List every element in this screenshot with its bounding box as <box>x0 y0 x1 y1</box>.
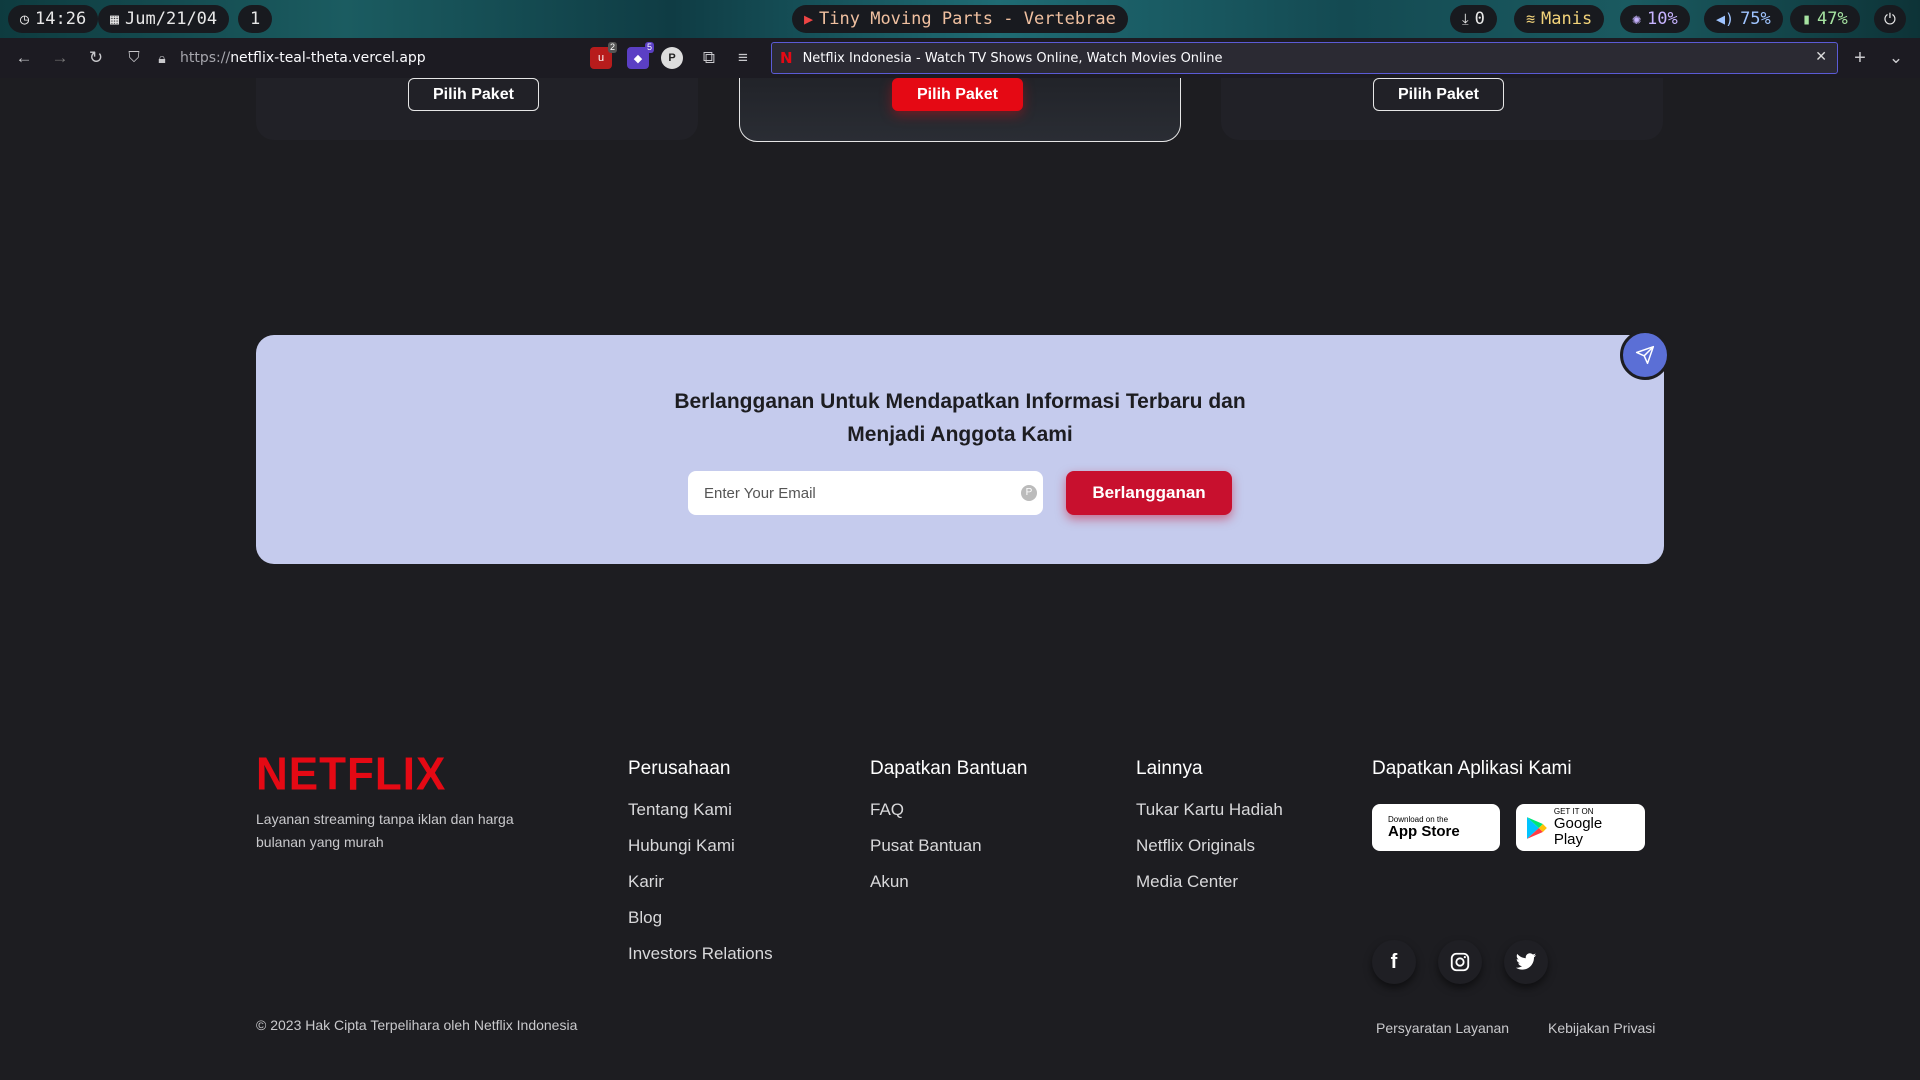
facebook-icon[interactable]: f <box>1372 940 1416 984</box>
workspace-indicator[interactable]: 1 <box>238 5 273 33</box>
google-play-icon <box>1526 816 1547 839</box>
calendar-icon: ▦ <box>110 10 120 28</box>
footer-link[interactable]: Netflix Originals <box>1136 836 1283 856</box>
footer-column-heading: Lainnya <box>1136 758 1203 779</box>
wifi-widget[interactable]: ≋ Manis <box>1514 5 1605 33</box>
newsletter-title: Berlangganan Untuk Mendapatkan Informasi… <box>674 390 1246 446</box>
footer-link[interactable]: Hubungi Kami <box>628 836 773 856</box>
battery-value: 47% <box>1817 9 1848 29</box>
footer-column-other: Lainnya Tukar Kartu Hadiah Netflix Origi… <box>1136 758 1283 908</box>
download-icon: ⤓ <box>1462 10 1469 28</box>
footer-column-apps: Dapatkan Aplikasi Kami <box>1372 758 1572 800</box>
footer-link[interactable]: Media Center <box>1136 872 1283 892</box>
google-play-badge[interactable]: GET IT ON Google Play <box>1516 804 1645 851</box>
choose-plan-button[interactable]: Pilih Paket <box>1373 78 1504 111</box>
volume-icon: ◀) <box>1716 10 1735 28</box>
media-widget[interactable]: ▶ Tiny Moving Parts - Vertebrae <box>792 5 1128 33</box>
downloads-widget[interactable]: ⤓ 0 <box>1450 5 1497 33</box>
lock-icon: 🔒︎ <box>158 50 166 66</box>
extensions-puzzle-icon[interactable]: ⧉ <box>697 46 721 70</box>
subscribe-button[interactable]: Berlangganan <box>1066 471 1232 515</box>
close-icon[interactable]: ✕ <box>1815 49 1827 65</box>
netflix-favicon-icon: N <box>780 49 793 67</box>
privacy-link[interactable]: Kebijakan Privasi <box>1548 1020 1655 1036</box>
footer-column-heading: Dapatkan Bantuan <box>870 758 1028 779</box>
volume-value: 75% <box>1740 9 1771 29</box>
date-widget[interactable]: ▦ Jum/21/04 <box>98 5 230 33</box>
volume-widget[interactable]: ◀) 75% <box>1704 5 1783 33</box>
wifi-name: Manis <box>1541 9 1593 29</box>
send-button[interactable] <box>1620 330 1670 380</box>
brightness-icon: ✺ <box>1632 10 1642 28</box>
forward-icon[interactable]: → <box>48 46 72 70</box>
play-icon: ▶ <box>804 10 814 28</box>
reload-icon[interactable]: ↻ <box>84 46 108 70</box>
send-icon <box>1635 345 1655 365</box>
netflix-logo[interactable]: NETFLIX <box>256 749 446 802</box>
footer-column-help: Dapatkan Bantuan FAQ Pusat Bantuan Akun <box>870 758 1027 908</box>
footer-link[interactable]: Blog <box>628 908 773 928</box>
app-store-badge[interactable]: Download on the App Store <box>1372 804 1500 851</box>
workspace-number: 1 <box>250 9 261 29</box>
tab-title: Netflix Indonesia - Watch TV Shows Onlin… <box>802 50 1223 66</box>
url-text[interactable]: https://netflix-teal-theta.vercel.app <box>180 50 426 66</box>
page-viewport: Pilih Paket Pilih Paket Pilih Paket Berl… <box>0 78 1920 1080</box>
footer-column-heading: Dapatkan Aplikasi Kami <box>1372 758 1572 779</box>
power-icon: ⏻ <box>1884 10 1896 28</box>
brightness-value: 10% <box>1647 9 1678 29</box>
power-button[interactable]: ⏻ <box>1874 5 1906 33</box>
new-tab-icon[interactable]: + <box>1848 46 1872 70</box>
terms-link[interactable]: Persyaratan Layanan <box>1376 1020 1509 1036</box>
footer-tagline: Layanan streaming tanpa iklan dan harga … <box>256 811 514 850</box>
footer-link[interactable]: FAQ <box>870 800 1027 820</box>
back-icon[interactable]: ← <box>12 46 36 70</box>
browser-toolbar: ← → ↻ ⛉ 🔒︎ https://netflix-teal-theta.ve… <box>0 38 1920 78</box>
footer-link[interactable]: Karir <box>628 872 773 892</box>
system-status-bar: ◷ 14:26 ▦ Jum/21/04 1 ▶ Tiny Moving Part… <box>0 0 1920 38</box>
password-manager-icon[interactable]: P <box>1021 485 1037 501</box>
email-field[interactable] <box>688 471 1043 515</box>
battery-icon: ▮ <box>1802 10 1812 28</box>
choose-plan-button-featured[interactable]: Pilih Paket <box>892 78 1023 111</box>
choose-plan-button[interactable]: Pilih Paket <box>408 78 539 111</box>
menu-icon[interactable]: ≡ <box>731 46 755 70</box>
now-playing-text: Tiny Moving Parts - Vertebrae <box>819 9 1116 29</box>
copyright-text: © 2023 Hak Cipta Terpelihara oleh Netfli… <box>256 1017 578 1033</box>
clock-icon: ◷ <box>20 10 30 28</box>
tab-netflix[interactable]: N Netflix Indonesia - Watch TV Shows Onl… <box>771 42 1838 74</box>
shield-icon[interactable]: ⛉ <box>122 46 146 70</box>
ublock-extension-icon[interactable]: u2 <box>590 42 617 69</box>
footer-link[interactable]: Pusat Bantuan <box>870 836 1027 856</box>
footer-link[interactable]: Tukar Kartu Hadiah <box>1136 800 1283 820</box>
footer-link[interactable]: Tentang Kami <box>628 800 773 820</box>
footer-link[interactable]: Akun <box>870 872 1027 892</box>
instagram-icon[interactable] <box>1438 940 1482 984</box>
newsletter-section: Berlangganan Untuk Mendapatkan Informasi… <box>256 335 1664 564</box>
brightness-widget[interactable]: ✺ 10% <box>1620 5 1690 33</box>
password-manager-icon[interactable]: P <box>661 47 683 69</box>
wifi-icon: ≋ <box>1526 10 1536 28</box>
footer-column-heading: Perusahaan <box>628 758 731 779</box>
email-field-wrapper: P <box>688 471 1043 515</box>
clock-time: 14:26 <box>35 9 87 29</box>
chevron-down-icon[interactable]: ⌄ <box>1884 46 1908 70</box>
clock-widget[interactable]: ◷ 14:26 <box>8 5 99 33</box>
downloads-count: 0 <box>1474 9 1485 29</box>
battery-widget[interactable]: ▮ 47% <box>1790 5 1860 33</box>
footer-column-company: Perusahaan Tentang Kami Hubungi Kami Kar… <box>628 758 773 980</box>
date-text: Jum/21/04 <box>125 9 218 29</box>
twitter-icon[interactable] <box>1504 940 1548 984</box>
extension-icon[interactable]: ◆ 5 <box>627 42 654 69</box>
footer-link[interactable]: Investors Relations <box>628 944 773 964</box>
